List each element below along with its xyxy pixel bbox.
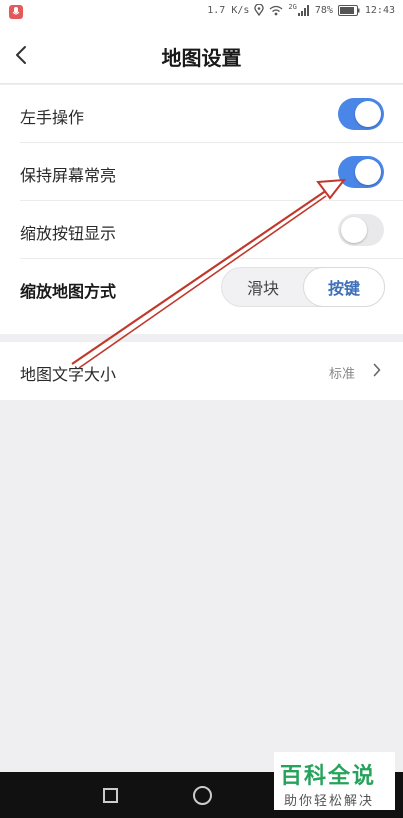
setting-label: 左手操作 — [20, 108, 85, 127]
clock: 12:43 — [364, 4, 395, 16]
home-button[interactable] — [193, 786, 212, 805]
watermark-subtitle: 助你轻松解决 — [284, 794, 375, 809]
recents-button[interactable] — [103, 788, 118, 803]
zoom-button-toggle[interactable] — [338, 214, 384, 246]
setting-row-keep-screen-on[interactable]: 保持屏幕常亮 — [0, 143, 403, 201]
network-type: 2G — [288, 3, 297, 11]
app-header: 地图设置 — [0, 26, 403, 84]
zoom-mode-segmented-control: 滑块 按键 — [221, 267, 385, 307]
battery-icon — [337, 4, 360, 16]
setting-row-text-size[interactable]: 地图文字大小 标准 — [0, 342, 403, 400]
setting-row-left-hand[interactable]: 左手操作 — [0, 85, 403, 143]
watermark-logo: 百科全说 助你轻松解决 — [274, 752, 395, 810]
text-size-value: 标准 — [328, 367, 355, 382]
page-title: 地图设置 — [161, 46, 242, 70]
settings-group-text: 地图文字大小 标准 — [0, 342, 403, 400]
setting-label: 缩放按钮显示 — [20, 224, 117, 243]
setting-row-zoom-button[interactable]: 缩放按钮显示 — [0, 201, 403, 259]
status-bar: 1.7 K/s 2G 78% 12:43 — [0, 0, 403, 26]
settings-group-main: 左手操作 保持屏幕常亮 缩放按钮显示 缩放地图方式 滑块 按键 — [0, 85, 403, 334]
mic-icon — [9, 5, 23, 19]
keep-screen-on-toggle[interactable] — [338, 156, 384, 188]
toggle-knob — [341, 217, 367, 243]
setting-label: 地图文字大小 — [20, 365, 117, 384]
setting-row-zoom-mode: 缩放地图方式 滑块 按键 — [0, 259, 403, 334]
toggle-knob — [355, 159, 381, 185]
location-icon — [254, 4, 265, 16]
wifi-icon — [269, 5, 283, 16]
setting-label: 缩放地图方式 — [20, 282, 117, 301]
left-hand-toggle[interactable] — [338, 98, 384, 130]
zoom-mode-option-buttons[interactable]: 按键 — [303, 267, 385, 307]
signal-icon — [297, 4, 310, 16]
chevron-right-icon — [373, 363, 381, 377]
network-speed: 1.7 K/s — [207, 4, 250, 16]
toggle-knob — [355, 101, 381, 127]
battery-percent: 78% — [314, 4, 333, 16]
zoom-mode-option-slider[interactable]: 滑块 — [222, 268, 304, 306]
watermark-title: 百科全说 — [280, 764, 377, 789]
setting-label: 保持屏幕常亮 — [20, 166, 117, 185]
